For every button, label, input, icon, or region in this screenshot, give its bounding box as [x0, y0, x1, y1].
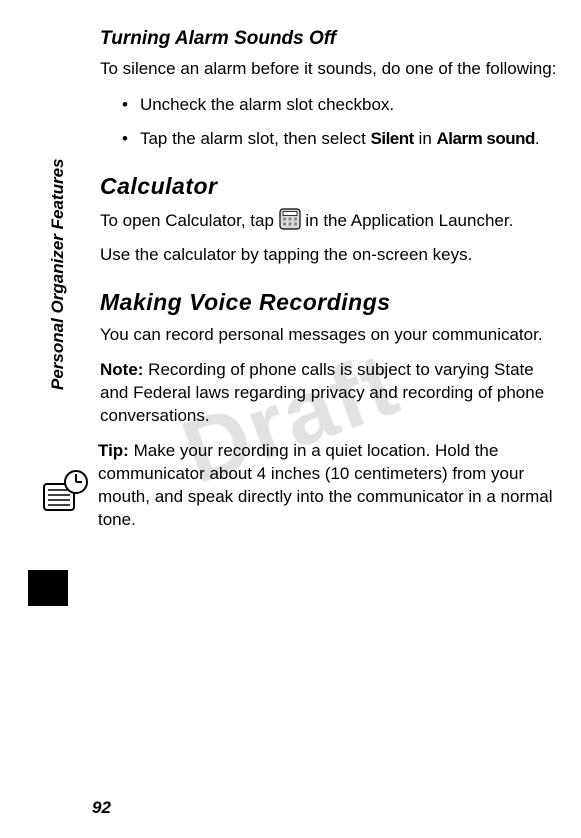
- page-number: 92: [92, 798, 111, 818]
- voice-note: Note: Recording of phone calls is subjec…: [100, 359, 561, 428]
- list-item: • Uncheck the alarm slot checkbox.: [122, 93, 561, 117]
- heading-voice-recordings: Making Voice Recordings: [100, 289, 561, 316]
- text-fragment: To open Calculator, tap: [100, 211, 279, 230]
- heading-turning-alarm-off: Turning Alarm Sounds Off: [100, 28, 561, 50]
- text-fragment: in: [414, 129, 437, 148]
- alarm-intro: To silence an alarm before it sounds, do…: [100, 58, 561, 81]
- bold-term-alarm-sound: Alarm sound: [437, 129, 535, 148]
- note-label: Note:: [100, 360, 143, 379]
- calculator-app-icon: [279, 208, 301, 230]
- text-fragment: .: [535, 129, 540, 148]
- sidebar-section-label: Personal Organizer Features: [48, 159, 68, 390]
- tip-body: Make your recording in a quiet location.…: [98, 441, 553, 529]
- alarm-steps-list: • Uncheck the alarm slot checkbox. • Tap…: [122, 93, 561, 151]
- list-item-text: Tap the alarm slot, then select Silent i…: [140, 127, 540, 151]
- voice-tip: Tip: Make your recording in a quiet loca…: [100, 440, 561, 532]
- bullet-icon: •: [122, 93, 128, 117]
- tip-label: Tip:: [98, 441, 129, 460]
- voice-p1: You can record personal messages on your…: [100, 324, 561, 347]
- calculator-use-line: Use the calculator by tapping the on-scr…: [100, 244, 561, 267]
- list-item: • Tap the alarm slot, then select Silent…: [122, 127, 561, 151]
- note-body: Recording of phone calls is subject to v…: [100, 360, 544, 425]
- text-fragment: Tap the alarm slot, then select: [140, 129, 371, 148]
- calculator-open-line: To open Calculator, tap in the Applicati…: [100, 208, 561, 233]
- heading-calculator: Calculator: [100, 173, 561, 200]
- text-fragment: in the Application Launcher.: [305, 211, 513, 230]
- thumb-tab-marker: [28, 570, 68, 606]
- bullet-icon: •: [122, 127, 128, 151]
- voice-recorder-icon: [38, 464, 92, 518]
- tip-text: Tip: Make your recording in a quiet loca…: [98, 440, 561, 532]
- list-item-text: Uncheck the alarm slot checkbox.: [140, 93, 394, 117]
- bold-term-silent: Silent: [371, 129, 414, 148]
